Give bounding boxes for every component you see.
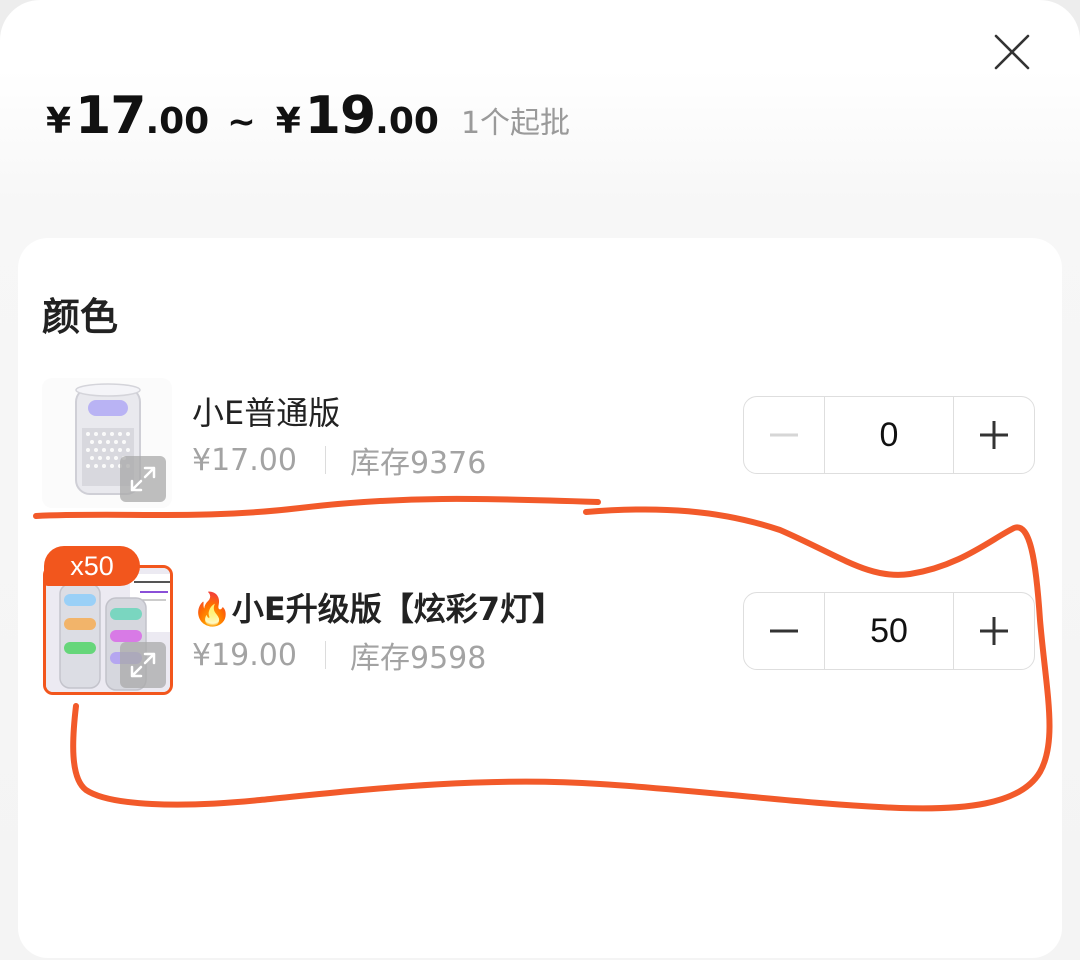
variant-name: 🔥小E升级版【炫彩7灯】 [192, 590, 564, 628]
variant-meta: ¥19.00 库存9598 [192, 633, 486, 677]
price-high-decimal: .00 [375, 101, 439, 142]
price-range-separator: ~ [227, 102, 256, 142]
quantity-stepper: 50 [743, 592, 1035, 670]
increase-button[interactable] [954, 397, 1034, 473]
price-low-decimal: .00 [145, 101, 210, 142]
expand-image-button[interactable] [120, 456, 166, 502]
divider [324, 446, 326, 474]
divider [324, 641, 326, 669]
variant-image-standard[interactable] [42, 378, 172, 508]
expand-image-button[interactable] [120, 642, 166, 688]
price-low-currency: ¥ [46, 101, 72, 142]
quantity-input[interactable]: 50 [824, 593, 954, 669]
selected-quantity-badge: x50 [44, 546, 140, 586]
price-high-integer: 19 [304, 86, 376, 146]
close-icon [994, 34, 1030, 70]
decrease-button[interactable] [744, 593, 824, 669]
variant-price: ¥17.00 [192, 442, 297, 478]
plus-icon [980, 617, 1008, 645]
variant-stock: 库存9376 [349, 446, 487, 481]
quantity-input[interactable]: 0 [824, 397, 954, 473]
minimum-order-label: 1个起批 [460, 106, 571, 141]
variant-stock: 库存9598 [349, 641, 487, 676]
expand-icon [130, 652, 156, 678]
price-low-integer: 17 [75, 86, 146, 146]
increase-button[interactable] [954, 593, 1034, 669]
expand-icon [130, 466, 156, 492]
variant-meta: ¥17.00 库存9376 [192, 438, 486, 482]
section-title-color: 颜色 [42, 295, 119, 339]
price-high-currency: ¥ [275, 101, 301, 142]
minus-icon [770, 629, 798, 633]
minus-icon [770, 433, 798, 437]
price-range: ¥ 17 .00 ~ ¥ 19 .00 1个起批 [46, 86, 570, 146]
decrease-button[interactable] [744, 397, 824, 473]
variant-name: 小E普通版 [192, 394, 341, 432]
variant-price: ¥19.00 [192, 637, 297, 673]
close-button[interactable] [990, 30, 1034, 74]
quantity-stepper: 0 [743, 396, 1035, 474]
plus-icon [980, 421, 1008, 449]
